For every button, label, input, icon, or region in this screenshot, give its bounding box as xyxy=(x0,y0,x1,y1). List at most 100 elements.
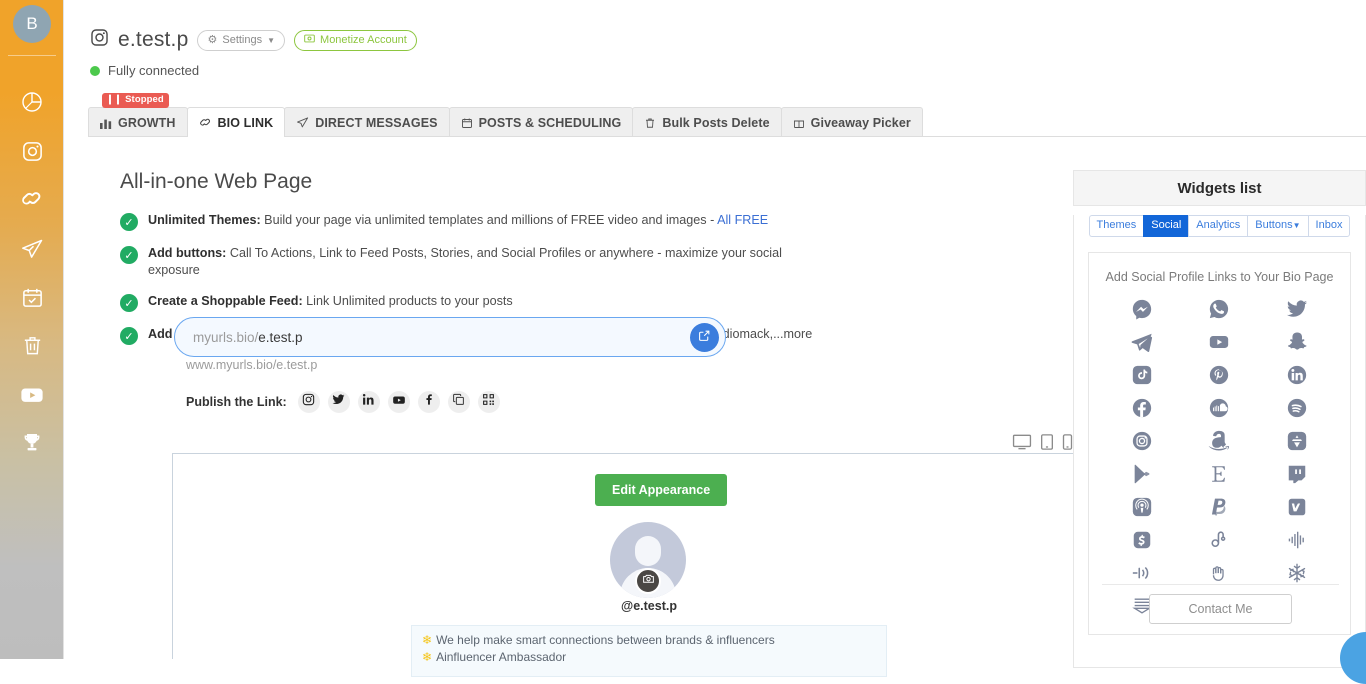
instagram-icon xyxy=(302,393,315,411)
camera-icon xyxy=(642,572,655,590)
sidebar-item-giveaway[interactable] xyxy=(0,419,64,467)
sidebar-item-bulk-delete[interactable] xyxy=(0,321,64,369)
widgets-panel-body: Themes Social Analytics Buttons▼ Inbox A… xyxy=(1073,215,1366,668)
linkedin-icon xyxy=(362,393,375,411)
widget-tab-themes[interactable]: Themes xyxy=(1088,215,1144,237)
bio-link-url-input[interactable]: myurls.bio/e.test.p xyxy=(174,317,726,357)
tab-label: DIRECT MESSAGES xyxy=(315,115,438,130)
tab-direct-messages[interactable]: DIRECT MESSAGES xyxy=(284,107,450,137)
feature-bold: Add buttons: xyxy=(148,246,227,260)
publish-instagram-button[interactable] xyxy=(297,391,320,413)
stopped-label: Stopped xyxy=(125,94,164,105)
spotify-icon[interactable] xyxy=(1286,397,1308,419)
tiktok-icon[interactable] xyxy=(1131,364,1153,386)
publish-linkedin-button[interactable] xyxy=(357,391,380,413)
etsy-icon[interactable] xyxy=(1208,463,1230,485)
sidebar-item-youtube[interactable] xyxy=(0,371,64,419)
sidebar-item-direct-messages[interactable] xyxy=(0,225,64,273)
all-free-link[interactable]: All FREE xyxy=(717,213,768,227)
contact-me-button[interactable]: Contact Me xyxy=(1149,594,1292,624)
monetize-account-button[interactable]: Monetize Account xyxy=(294,29,417,51)
instagram-icon xyxy=(90,28,109,52)
messenger-icon[interactable] xyxy=(1131,298,1153,320)
open-link-button[interactable] xyxy=(690,323,719,352)
link-icon xyxy=(199,116,212,129)
tablet-preview-icon[interactable] xyxy=(1040,434,1054,455)
linkedin-icon[interactable] xyxy=(1286,364,1308,386)
feature-bold: Create a Shoppable Feed: xyxy=(148,294,303,308)
audio-wave-icon[interactable] xyxy=(1286,529,1308,551)
status-text: Fully connected xyxy=(108,63,200,78)
tab-label: BIO LINK xyxy=(217,115,274,130)
paypal-icon[interactable] xyxy=(1208,496,1230,518)
preview-bio-box: ❄ We help make smart connections between … xyxy=(411,625,887,677)
bio-text: Ainfluencer Ambassador xyxy=(436,650,567,664)
snowflake-icon[interactable] xyxy=(1286,562,1308,584)
widget-tab-social[interactable]: Social xyxy=(1143,215,1189,237)
sidebar-item-bio-link[interactable] xyxy=(0,175,64,223)
settings-button[interactable]: ⚙ Settings ▼ xyxy=(197,29,286,51)
twitch-icon[interactable] xyxy=(1286,463,1308,485)
cash-app-icon[interactable] xyxy=(1131,529,1153,551)
money-icon xyxy=(304,33,315,48)
instagram-icon[interactable] xyxy=(1131,430,1153,452)
publish-twitter-button[interactable] xyxy=(327,391,350,413)
publish-qr-button[interactable] xyxy=(477,391,500,413)
avatar-head-shape xyxy=(635,536,661,566)
widget-tab-buttons[interactable]: Buttons▼ xyxy=(1247,215,1308,237)
vimeo-icon[interactable] xyxy=(1286,496,1308,518)
desktop-preview-icon[interactable] xyxy=(1012,434,1032,455)
account-name: e.test.p xyxy=(118,28,189,51)
podcast-icon[interactable] xyxy=(1131,496,1153,518)
widget-tab-analytics[interactable]: Analytics xyxy=(1188,215,1248,237)
amazon-icon[interactable] xyxy=(1208,430,1230,452)
publish-copy-button[interactable] xyxy=(447,391,470,413)
url-slug: e.test.p xyxy=(258,329,303,345)
tab-label: GROWTH xyxy=(118,115,176,130)
feature-row: ✓ Add buttons: Call To Actions, Link to … xyxy=(120,245,820,279)
avatar[interactable]: B xyxy=(13,5,51,43)
upload-photo-button[interactable] xyxy=(635,568,661,594)
facebook-icon[interactable] xyxy=(1131,397,1153,419)
whatsapp-icon[interactable] xyxy=(1208,298,1230,320)
tab-giveaway-picker[interactable]: Giveaway Picker xyxy=(780,107,923,137)
sidebar-item-scheduling[interactable] xyxy=(0,273,64,321)
widget-tab-label: Buttons xyxy=(1255,219,1293,231)
publish-facebook-button[interactable] xyxy=(417,391,440,413)
sidebar-divider xyxy=(8,55,56,56)
publish-label: Publish the Link: xyxy=(186,395,287,409)
chevron-down-icon: ▼ xyxy=(1292,221,1301,230)
main-content: e.test.p ⚙ Settings ▼ Monetize Account F… xyxy=(64,0,1366,677)
sidebar-item-analytics[interactable] xyxy=(0,78,64,126)
soundcloud-icon[interactable] xyxy=(1208,397,1230,419)
youtube-icon[interactable] xyxy=(1208,331,1230,353)
social-icon-grid xyxy=(1104,298,1336,617)
tab-bio-link[interactable]: BIO LINK xyxy=(186,107,286,137)
tab-posts-scheduling[interactable]: POSTS & SCHEDULING xyxy=(448,107,634,137)
telegram-icon[interactable] xyxy=(1131,331,1153,353)
panel-divider xyxy=(1102,584,1339,585)
snapchat-icon[interactable] xyxy=(1286,331,1308,353)
pinterest-icon[interactable] xyxy=(1208,364,1230,386)
edit-appearance-button[interactable]: Edit Appearance xyxy=(595,474,728,506)
tab-label: Giveaway Picker xyxy=(810,115,911,130)
feature-text: Link Unlimited products to your posts xyxy=(302,294,513,308)
social-widget-panel: Add Social Profile Links to Your Bio Pag… xyxy=(1088,252,1351,635)
audiomack-icon[interactable] xyxy=(1208,529,1230,551)
app-store-icon[interactable] xyxy=(1286,430,1308,452)
check-circle-icon: ✓ xyxy=(120,246,138,264)
settings-label: Settings xyxy=(222,33,263,46)
sidebar-item-instagram[interactable] xyxy=(0,127,64,175)
clubhouse-icon[interactable] xyxy=(1208,562,1230,584)
twitter-icon[interactable] xyxy=(1286,298,1308,320)
sound-icon[interactable] xyxy=(1131,562,1153,584)
publish-youtube-button[interactable] xyxy=(387,391,410,413)
tab-growth[interactable]: ❙❙ Stopped GROWTH xyxy=(88,93,188,137)
feature-row: ✓ Unlimited Themes: Build your page via … xyxy=(120,212,820,231)
mobile-preview-icon[interactable] xyxy=(1062,434,1073,455)
widget-tab-inbox[interactable]: Inbox xyxy=(1307,215,1351,237)
paper-plane-icon xyxy=(296,116,309,129)
google-play-icon[interactable] xyxy=(1131,463,1153,485)
tab-bulk-posts-delete[interactable]: Bulk Posts Delete xyxy=(632,107,782,137)
widgets-panel-title: Widgets list xyxy=(1073,170,1366,206)
